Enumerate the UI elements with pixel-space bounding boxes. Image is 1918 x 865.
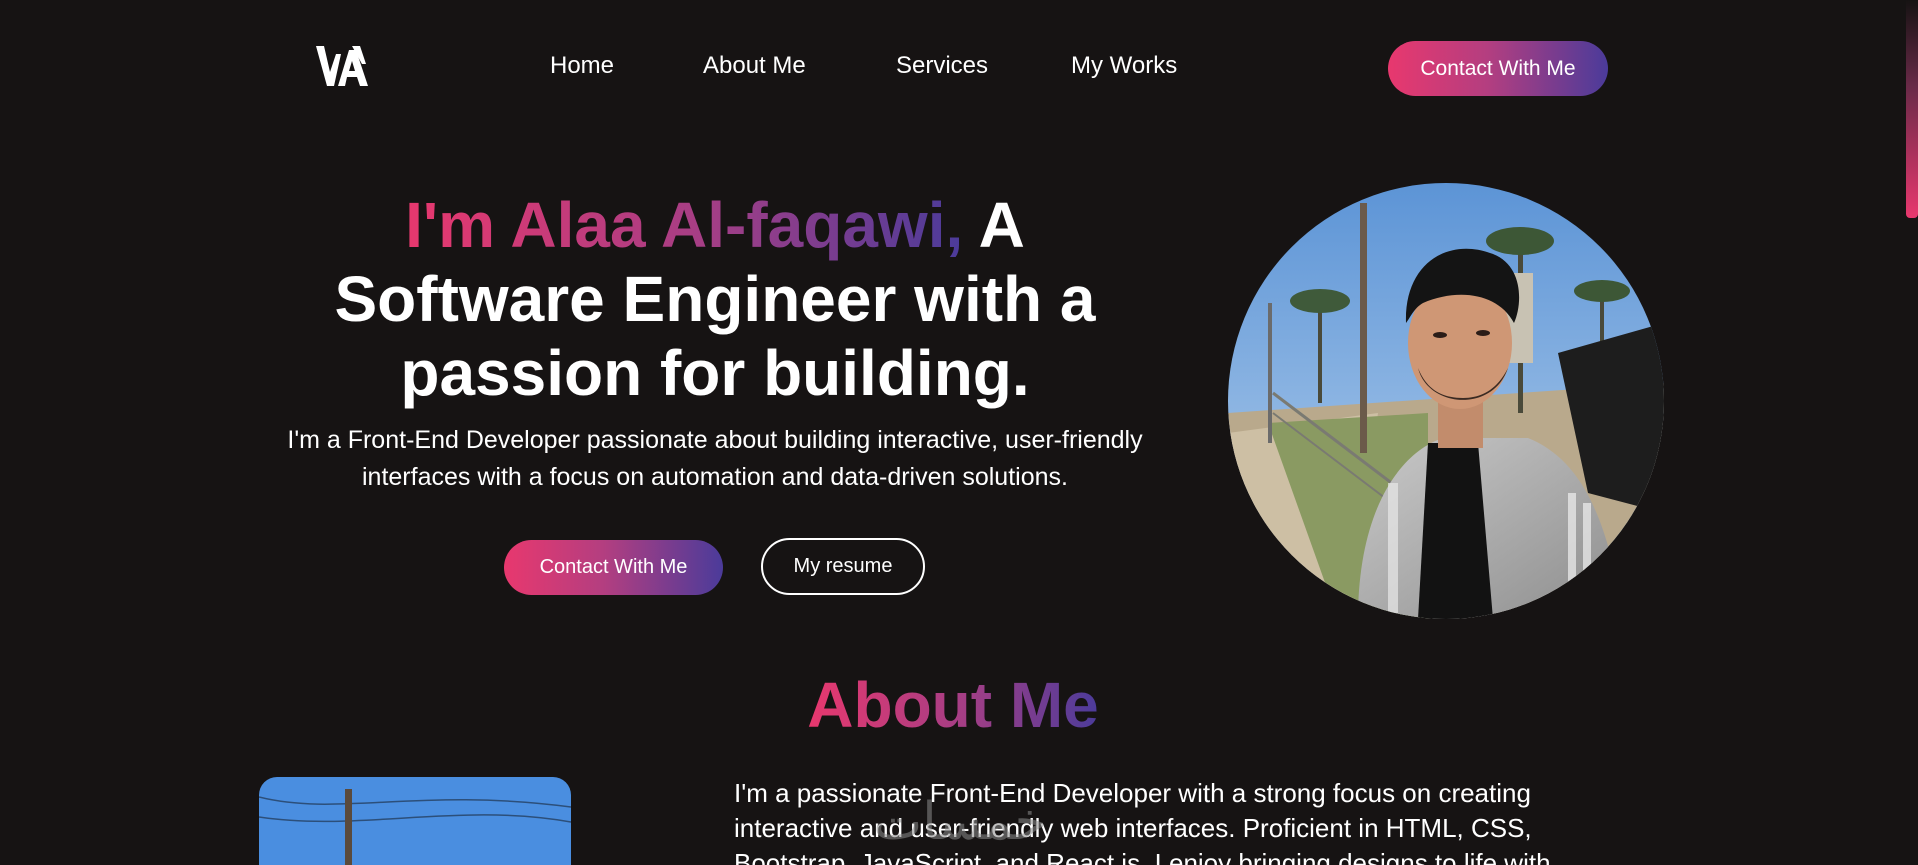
profile-photo-image [1228, 183, 1664, 619]
nav-link-about-me[interactable]: About Me [703, 52, 806, 80]
hero-title: I'm Alaa Al-faqawi, A Software Engineer … [255, 188, 1175, 410]
hero-title-a: A [963, 189, 1025, 261]
scrollbar-thumb[interactable] [1906, 0, 1918, 218]
about-title: About Me [0, 668, 1906, 742]
nav-link-home[interactable]: Home [550, 52, 614, 80]
about-photo-image [259, 777, 571, 865]
hero-title-line-2: Software Engineer with a [334, 263, 1096, 335]
hero-contact-button[interactable]: Contact With Me [504, 540, 723, 595]
nav-link-my-works[interactable]: My Works [1071, 52, 1177, 80]
site-logo[interactable] [316, 46, 368, 86]
nav-link-services[interactable]: Services [896, 52, 988, 80]
hero-description: I'm a Front-End Developer passionate abo… [287, 426, 1143, 491]
wa-monogram-icon [316, 46, 368, 86]
resume-button[interactable]: My resume [761, 538, 925, 595]
hero-name: I'm Alaa Al-faqawi, [405, 189, 964, 261]
nav-contact-button[interactable]: Contact With Me [1388, 41, 1608, 96]
page-scrollbar[interactable] [1906, 0, 1918, 865]
hero-title-line-3: passion for building. [400, 337, 1030, 409]
about-photo [259, 777, 571, 865]
about-title-text: About Me [807, 669, 1099, 741]
profile-photo [1228, 183, 1664, 619]
watermark: خمسات [873, 792, 1047, 852]
